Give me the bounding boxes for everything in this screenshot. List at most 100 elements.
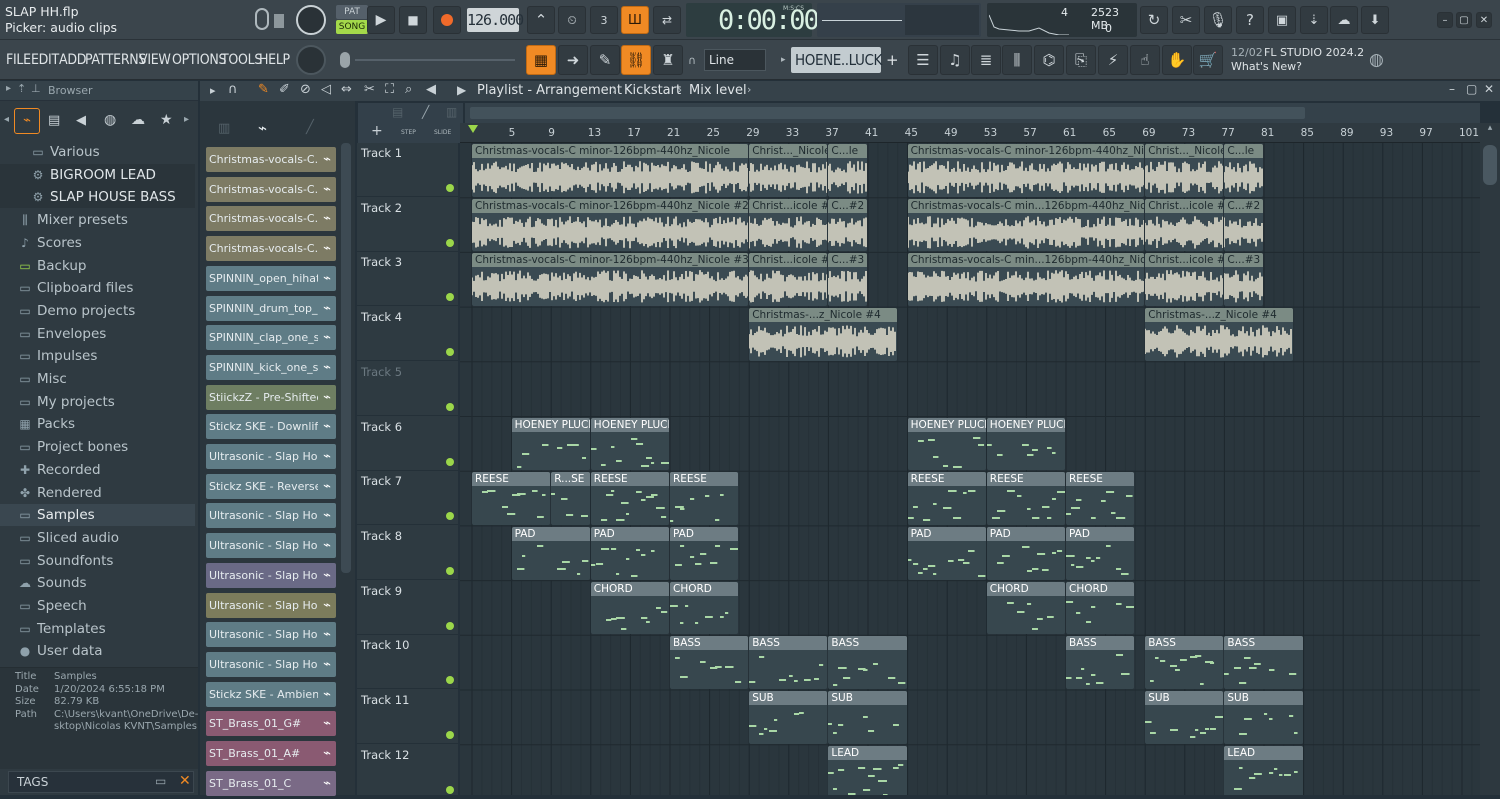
channel-button[interactable]: Stickz SKE - Ambienc... ⌁	[206, 681, 336, 707]
tabs-right-icon[interactable]: ▸	[184, 114, 189, 125]
audio-clip[interactable]: C...#3	[828, 253, 867, 307]
pattern-clip[interactable]: HOENEY PLUCK	[907, 417, 986, 471]
channel-button[interactable]: SPINNIN_kick_one_s... ⌁	[206, 354, 336, 380]
track-header[interactable]: Track 6	[357, 417, 458, 471]
pattern-clip[interactable]: SUB	[828, 691, 907, 744]
menu-view[interactable]: VIEW	[139, 52, 171, 68]
browser-item[interactable]: ▭ Backup	[0, 255, 195, 277]
playlist-pattern[interactable]: Kickstart	[624, 83, 681, 98]
browser-item[interactable]: ▭ My projects	[0, 391, 195, 413]
mute-icon[interactable]: ◁	[321, 82, 331, 97]
news-link[interactable]: What's New?	[1231, 60, 1302, 73]
audio-clip[interactable]: Christ..._Nicole	[749, 144, 828, 197]
touch-icon[interactable]: ☝	[1130, 45, 1160, 75]
waveform-icon[interactable]: ⌁	[258, 119, 267, 137]
track-header[interactable]: Track 5	[357, 362, 458, 416]
audio-clip[interactable]: C...le	[1224, 144, 1263, 197]
pattern-clip[interactable]: HOENEY PLUCK	[590, 417, 669, 471]
browser-item[interactable]: ▭ Misc	[0, 368, 195, 390]
channel-button[interactable]: Christmas-vocals-C... ⌁	[206, 176, 336, 202]
browser-item[interactable]: ▭ Templates	[0, 618, 195, 640]
browser-item[interactable]: ▭ Soundfonts	[0, 550, 195, 572]
pattern-clip[interactable]: LEAD	[828, 745, 907, 795]
song-mode-button[interactable]: SONG	[336, 20, 368, 34]
pianoroll-mode-icon[interactable]: ▥	[446, 105, 457, 119]
pattern-clip[interactable]: R...SE	[551, 472, 590, 525]
menu-edit[interactable]: EDIT	[31, 52, 59, 68]
channel-button[interactable]: Ultrasonic - Slap Hou... ⌁	[206, 622, 336, 648]
channel-button[interactable]: Christmas-vocals-C... ⌁	[206, 236, 336, 262]
slip-icon[interactable]: ⇔	[341, 82, 352, 97]
audio-clip[interactable]: Christmas-...z_Nicole #4	[1145, 308, 1293, 361]
browser-item[interactable]: ▭ Demo projects	[0, 300, 195, 322]
browser-menu-icon[interactable]: ▸	[6, 83, 11, 94]
select-icon[interactable]: ⛶	[385, 82, 394, 97]
audio-clip[interactable]: Christmas-vocals-C minor-126bpm-440hz_Ni…	[472, 198, 749, 252]
chat-icon[interactable]: ☁	[1330, 6, 1358, 34]
pattern-clip[interactable]: PAD	[1066, 526, 1135, 580]
master-pitch-knob[interactable]	[296, 45, 326, 75]
pattern-clip[interactable]: REESE	[986, 472, 1065, 525]
audio-clip[interactable]: Christ...icole #2	[1145, 198, 1224, 252]
browser-item[interactable]: ▭ Various	[0, 141, 195, 163]
pattern-clip[interactable]: REESE	[472, 472, 551, 525]
stamp-icon[interactable]: ♜	[653, 45, 683, 75]
play-button[interactable]: ▶	[367, 6, 395, 34]
track-header[interactable]: Track 2	[357, 198, 458, 252]
audio-clip[interactable]: Christ...icole #2	[749, 198, 828, 252]
channel-button[interactable]: Stickz SKE - Reverse C... ⌁	[206, 473, 336, 499]
pattern-clip[interactable]: REESE	[670, 472, 739, 525]
audio-clip[interactable]: C...#2	[1224, 198, 1263, 252]
channel-button[interactable]: Ultrasonic - Slap Hou... ⌁	[206, 503, 336, 529]
menu-tools[interactable]: TOOLS	[221, 52, 262, 68]
playlist-maximize-icon[interactable]: ▢	[1466, 82, 1477, 96]
pattern-clip[interactable]: REESE	[590, 472, 669, 525]
delete-icon[interactable]: ⊘	[300, 82, 311, 97]
pencil-icon[interactable]: ✎	[258, 82, 269, 97]
channel-button[interactable]: SPINNIN_drum_top_L... ⌁	[206, 295, 336, 321]
record-button[interactable]	[433, 6, 461, 34]
pattern-clip[interactable]: BASS	[1145, 636, 1224, 689]
track-header[interactable]: Track 4	[357, 307, 458, 362]
maximize-icon[interactable]: ▢	[1456, 12, 1472, 28]
wait-input-icon[interactable]: ⏲	[558, 6, 586, 34]
browser-item[interactable]: ▭ Envelopes	[0, 323, 195, 345]
tags-bar[interactable]: TAGS ▭ ✕	[8, 771, 194, 793]
audio-clip[interactable]: C...#3	[1224, 253, 1263, 307]
tabs-left-icon[interactable]: ◂	[4, 114, 9, 125]
pattern-prev-icon[interactable]: ▸	[781, 49, 789, 71]
playlist-scroll-thumb[interactable]	[1483, 145, 1497, 185]
audio-clip[interactable]: Christmas-vocals-C minor-126bpm-440hz_Ni…	[907, 144, 1145, 197]
automation-icon[interactable]: ╱	[306, 120, 314, 135]
channel-button[interactable]: ST_Brass_01_A# ⌁	[206, 741, 336, 766]
menu-file[interactable]: FILE	[6, 52, 31, 68]
channel-rack-icon[interactable]: ☰	[908, 45, 938, 75]
audio-clip[interactable]: Christ...icole #3	[1145, 253, 1224, 307]
browser-item[interactable]: ⚙ SLAP HOUSE BASS	[0, 186, 195, 209]
track-header[interactable]: Track 10	[357, 635, 458, 690]
audio-clip[interactable]: C...#2	[828, 198, 867, 252]
playlist-menu-icon[interactable]: ▸	[210, 84, 216, 97]
channel-button[interactable]: ST_Brass_01_G# ⌁	[206, 711, 336, 737]
pattern-clip[interactable]: REESE	[1066, 472, 1135, 525]
countdown-icon[interactable]: 3	[590, 6, 618, 34]
track-header[interactable]: Track 8	[357, 526, 458, 580]
channel-button[interactable]: ST_Brass_01_C ⌁	[206, 770, 336, 796]
browser-item[interactable]: ▭ Impulses	[0, 345, 195, 367]
browser-item[interactable]: ✚ Recorded	[0, 459, 195, 481]
menu-help[interactable]: HELP	[259, 52, 290, 68]
browser-item[interactable]: ▭ Clipboard files	[0, 277, 195, 299]
playlist-close-icon[interactable]: ✕	[1484, 82, 1494, 96]
browser-item[interactable]: ♪ Scores	[0, 232, 195, 254]
channel-button[interactable]: Christmas-vocals-C... ⌁	[206, 147, 336, 172]
pencil-tool-icon[interactable]: ✎	[590, 45, 620, 75]
pattern-clip[interactable]: CHORD	[670, 581, 739, 635]
save-icon[interactable]: ▣	[1268, 6, 1296, 34]
channel-button[interactable]: Ultrasonic - Slap Hou... ⌁	[206, 592, 336, 618]
pattern-clip[interactable]: REESE	[907, 472, 986, 525]
playback-icon[interactable]: ◀	[426, 82, 436, 97]
all-tab-icon[interactable]: ⌁	[14, 108, 40, 134]
channel-button[interactable]: Christmas-vocals-C... ⌁	[206, 206, 336, 232]
track-header[interactable]: Track 1	[357, 143, 458, 197]
playlist-minimize-icon[interactable]: –	[1449, 82, 1455, 96]
